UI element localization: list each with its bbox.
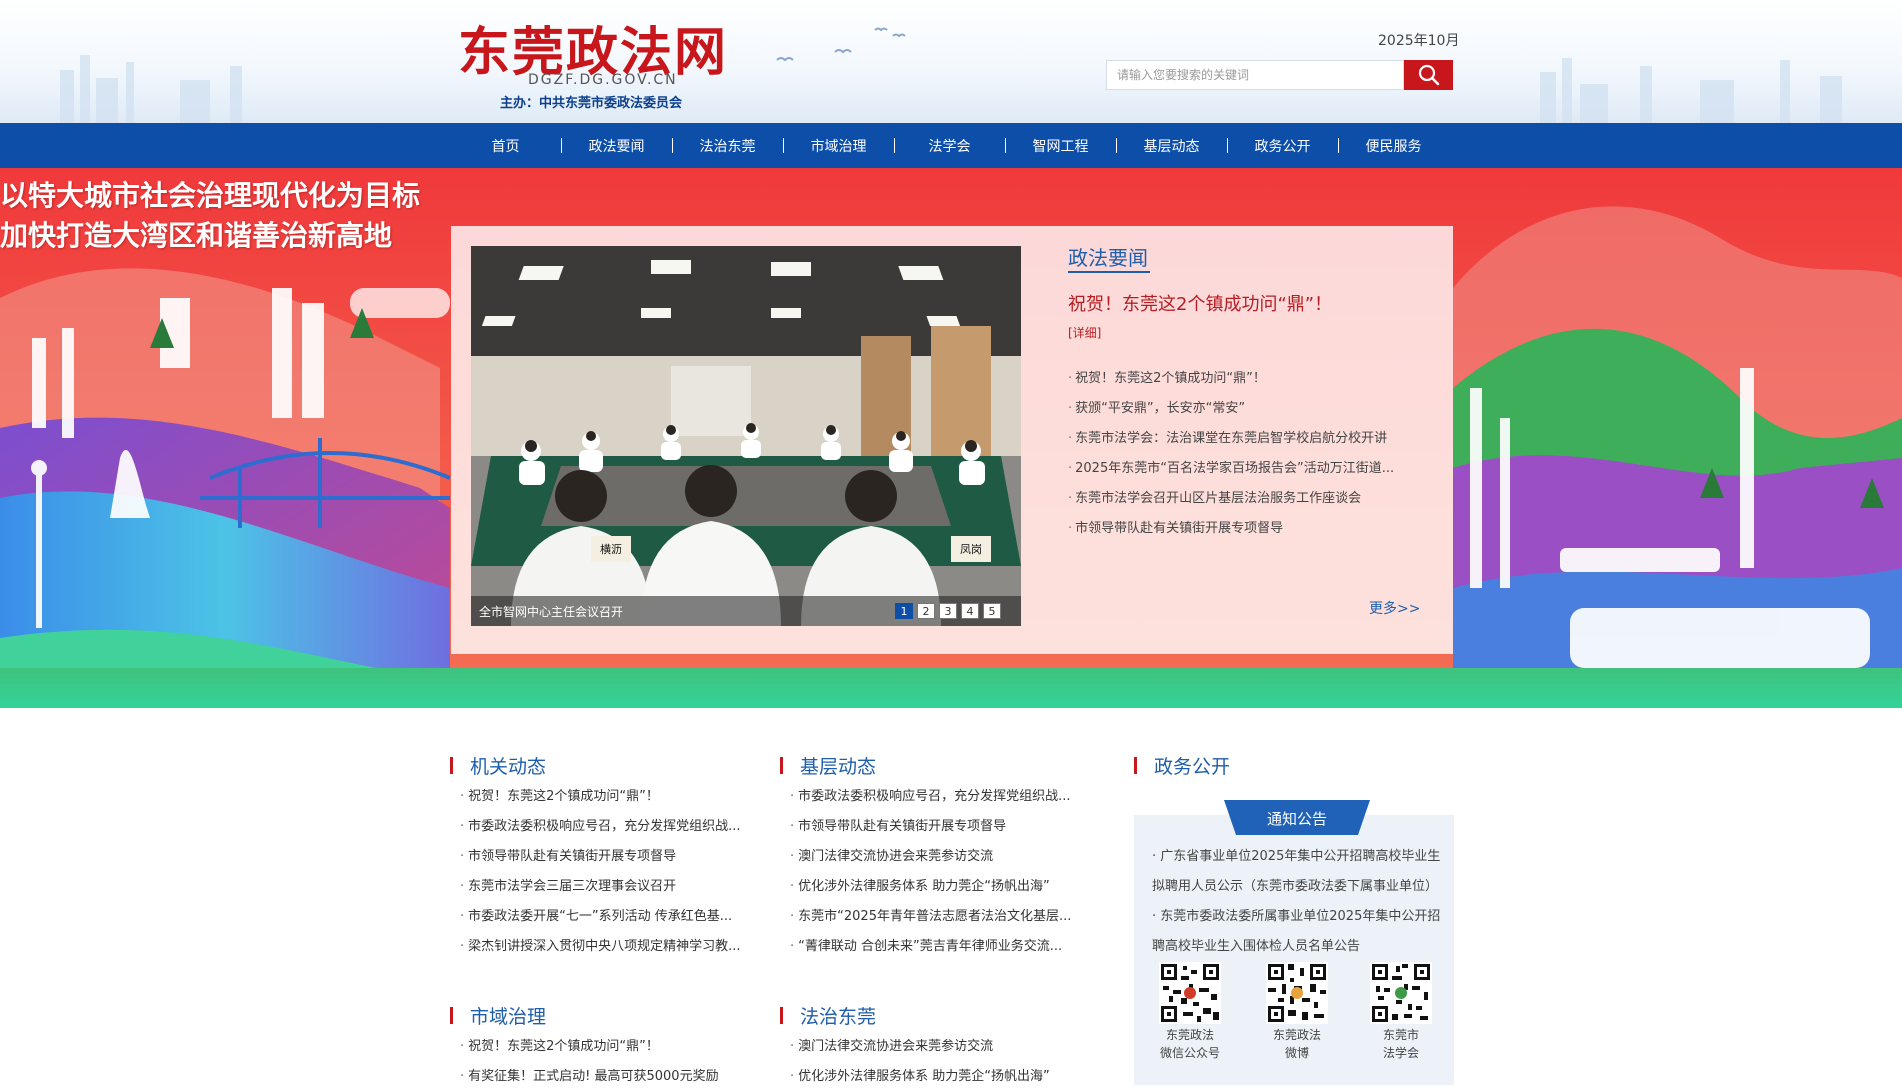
nav-item-public-service[interactable]: 便民服务 xyxy=(1338,123,1449,168)
slider-caption-bar: 全市智网中心主任会议召开 1 2 3 4 5 xyxy=(471,596,1021,626)
slogan-line-1: 以特大城市社会治理现代化为目标 xyxy=(0,179,421,212)
list-item[interactable]: · 东莞市委政法委所属事业单位2025年集中公开招 xyxy=(1152,902,1454,932)
notice-tab[interactable]: 通知公告 xyxy=(1224,808,1370,829)
qr-label-law-society: 东莞市 法学会 xyxy=(1351,1026,1451,1062)
section-title-fazhi[interactable]: 法治东莞 xyxy=(780,1002,876,1029)
nav-item-fazhi-dongguan[interactable]: 法治东莞 xyxy=(672,123,783,168)
list-item[interactable]: 优化涉外法律服务体系 助力莞企“扬帆出海” xyxy=(790,1062,1100,1092)
list-item[interactable]: 祝贺！东莞这2个镇成功问“鼎”！ xyxy=(460,782,770,812)
table-sign-left: 横沥 xyxy=(600,543,622,556)
featured-news-panel: 横沥 凤岗 全市智网中心主任会议召开 1 2 3 4 5 政法要闻 祝贺！东莞这… xyxy=(451,226,1453,654)
list-item[interactable]: · 广东省事业单位2025年集中公开招聘高校毕业生 xyxy=(1152,842,1454,872)
qr-label-line: 法学会 xyxy=(1382,1046,1419,1060)
list-item[interactable]: 澳门法律交流协进会来莞参访交流 xyxy=(790,1032,1100,1062)
qr-code-icon[interactable] xyxy=(1266,962,1328,1024)
slider-page-5[interactable]: 5 xyxy=(983,603,1001,619)
slider-page-4[interactable]: 4 xyxy=(961,603,979,619)
slider-pagination: 1 2 3 4 5 xyxy=(895,603,1001,619)
nav-item-smart-grid[interactable]: 智网工程 xyxy=(1005,123,1116,168)
list-item[interactable]: 东莞市法学会：法治课堂在东莞启智学校启航分校开讲 xyxy=(1068,424,1438,454)
nav-item-gov-affairs[interactable]: 政务公开 xyxy=(1227,123,1338,168)
zhengfa-news-list: 祝贺！东莞这2个镇成功问“鼎”！ 获颁“平安鼎”，长安亦“常安” 东莞市法学会：… xyxy=(1068,364,1438,544)
list-item[interactable]: 市领导带队赴有关镇街开展专项督导 xyxy=(1068,514,1438,544)
zhengfa-heading-underline xyxy=(1068,271,1150,273)
list-item[interactable]: 东莞市法学会召开山区片基层法治服务工作座谈会 xyxy=(1068,484,1438,514)
search-icon xyxy=(1418,64,1439,86)
news-slider[interactable]: 横沥 凤岗 全市智网中心主任会议召开 1 2 3 4 5 xyxy=(471,246,1021,626)
qr-label-wechat: 东莞政法 微信公众号 xyxy=(1140,1026,1240,1062)
qr-label-line: 东莞政法 xyxy=(1272,1028,1321,1042)
list-item[interactable]: 聘高校毕业生入围体检人员名单公告 xyxy=(1152,932,1454,962)
qr-label-line: 微博 xyxy=(1284,1046,1309,1060)
slider-page-1[interactable]: 1 xyxy=(895,603,913,619)
section-title-shiyu[interactable]: 市域治理 xyxy=(450,1002,546,1029)
notice-list: · 广东省事业单位2025年集中公开招聘高校毕业生 拟聘用人员公示（东莞市委政法… xyxy=(1152,842,1454,962)
section-title-jiceng[interactable]: 基层动态 xyxy=(780,752,876,779)
list-item[interactable]: 拟聘用人员公示（东莞市委政法委下属事业单位） xyxy=(1152,872,1454,902)
slider-page-3[interactable]: 3 xyxy=(939,603,957,619)
shiyu-news-list: 祝贺！东莞这2个镇成功问“鼎”！ 有奖征集！正式启动! 最高可获5000元奖励 xyxy=(460,1032,770,1092)
site-logo[interactable]: 东莞政法网 DGZF.DG.GOV.CN 主办：中共东莞市委政法委员会 xyxy=(456,8,756,118)
search-button[interactable] xyxy=(1404,60,1453,90)
list-item[interactable]: 澳门法律交流协进会来莞参访交流 xyxy=(790,842,1100,872)
nav-item-grassroots[interactable]: 基层动态 xyxy=(1116,123,1227,168)
list-item[interactable]: 东莞市法学会三届三次理事会议召开 xyxy=(460,872,770,902)
qr-label-weibo: 东莞政法 微博 xyxy=(1247,1026,1347,1062)
qr-code-icon[interactable] xyxy=(1159,962,1221,1024)
list-item[interactable]: 获颁“平安鼎”，长安亦“常安” xyxy=(1068,394,1438,424)
list-item[interactable]: 市领导带队赴有关镇街开展专项督导 xyxy=(790,812,1100,842)
nav-item-home[interactable]: 首页 xyxy=(450,123,561,168)
list-item[interactable]: 梁杰钊讲授深入贯彻中央八项规定精神学习教... xyxy=(460,932,770,962)
hero-banner: 以特大城市社会治理现代化为目标 加快打造大湾区和谐善治新高地 横沥 凤岗 全市智… xyxy=(0,168,1902,708)
qr-code-icon[interactable] xyxy=(1370,962,1432,1024)
list-item[interactable]: “菁律联动 合创未来”莞吉青年律师业务交流... xyxy=(790,932,1100,962)
section-title-jiguan[interactable]: 机关动态 xyxy=(450,752,546,779)
site-domain: DGZF.DG.GOV.CN xyxy=(528,72,678,88)
zhengfa-news-heading[interactable]: 政法要闻 xyxy=(1068,242,1148,271)
list-item[interactable]: 有奖征集！正式启动! 最高可获5000元奖励 xyxy=(460,1062,770,1092)
search-input[interactable] xyxy=(1106,60,1404,90)
slider-page-2[interactable]: 2 xyxy=(917,603,935,619)
list-item[interactable]: 市委政法委开展“七一”系列活动 传承红色基... xyxy=(460,902,770,932)
list-item[interactable]: 优化涉外法律服务体系 助力莞企“扬帆出海” xyxy=(790,872,1100,902)
slider-caption[interactable]: 全市智网中心主任会议召开 xyxy=(479,603,623,620)
jiguan-news-list: 祝贺！东莞这2个镇成功问“鼎”！ 市委政法委积极响应号召，充分发挥党组织战...… xyxy=(460,782,770,962)
zhengfa-detail-link[interactable]: [详细] xyxy=(1068,324,1101,341)
header-background-skyline xyxy=(60,27,1842,123)
nav-item-law-society[interactable]: 法学会 xyxy=(894,123,1005,168)
zhengfa-more-link[interactable]: 更多>> xyxy=(1369,598,1420,618)
list-item[interactable]: 市委政法委积极响应号召，充分发挥党组织战... xyxy=(460,812,770,842)
current-date: 2025年10月 xyxy=(1378,33,1460,49)
list-item[interactable]: 2025年东莞市“百名法学家百场报告会”活动万江街道... xyxy=(1068,454,1438,484)
jiceng-news-list: 市委政法委积极响应号召，充分发挥党组织战... 市领导带队赴有关镇街开展专项督导… xyxy=(790,782,1100,962)
site-header: 东莞政法网 DGZF.DG.GOV.CN 主办：中共东莞市委政法委员会 2025… xyxy=(0,0,1902,123)
table-sign-right: 凤岗 xyxy=(960,543,982,556)
site-host: 主办：中共东莞市委政法委员会 xyxy=(500,96,683,111)
slider-photo xyxy=(471,246,1021,626)
list-item[interactable]: 市领导带队赴有关镇街开展专项督导 xyxy=(460,842,770,872)
main-nav: 首页 政法要闻 法治东莞 市域治理 法学会 智网工程 基层动态 政务公开 便民服… xyxy=(0,123,1902,168)
qr-label-line: 东莞政法 xyxy=(1165,1028,1214,1042)
nav-item-zhengfa-news[interactable]: 政法要闻 xyxy=(561,123,672,168)
qr-label-line: 微信公众号 xyxy=(1159,1046,1220,1060)
list-item[interactable]: 东莞市“2025年青年普法志愿者法治文化基层... xyxy=(790,902,1100,932)
slogan-line-2: 加快打造大湾区和谐善治新高地 xyxy=(0,219,393,252)
hero-slogan: 以特大城市社会治理现代化为目标 加快打造大湾区和谐善治新高地 xyxy=(0,176,420,256)
list-item[interactable]: 祝贺！东莞这2个镇成功问“鼎”！ xyxy=(460,1032,770,1062)
fazhi-news-list: 澳门法律交流协进会来莞参访交流 优化涉外法律服务体系 助力莞企“扬帆出海” xyxy=(790,1032,1100,1092)
nav-item-shiyu-governance[interactable]: 市域治理 xyxy=(783,123,894,168)
list-item[interactable]: 市委政法委积极响应号召，充分发挥党组织战... xyxy=(790,782,1100,812)
list-item[interactable]: 祝贺！东莞这2个镇成功问“鼎”！ xyxy=(1068,364,1438,394)
qr-label-line: 东莞市 xyxy=(1382,1028,1419,1042)
zhengfa-headline[interactable]: 祝贺！东莞这2个镇成功问“鼎”！ xyxy=(1068,290,1332,316)
section-title-zhengwu[interactable]: 政务公开 xyxy=(1134,752,1230,779)
